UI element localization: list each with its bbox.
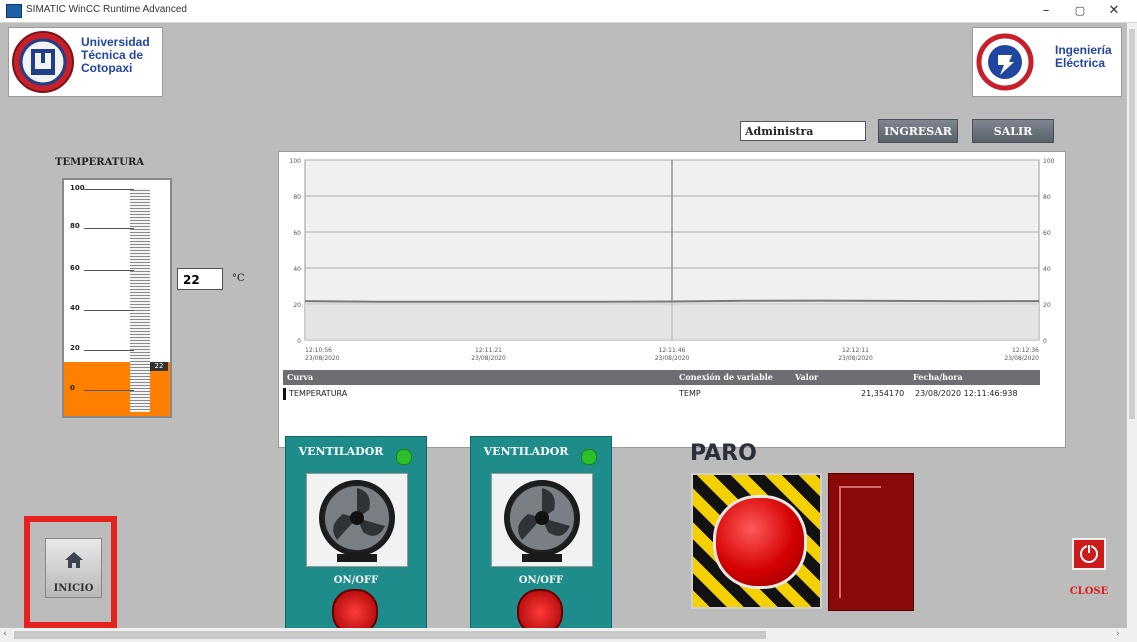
legend-header-variable: Conexión de variable xyxy=(679,372,773,382)
y-tick-label-right: 0 xyxy=(1043,338,1047,345)
fan-title: VENTILADOR xyxy=(298,445,384,458)
y-tick-label-right: 80 xyxy=(1043,194,1051,201)
close-label: CLOSE xyxy=(1069,586,1109,597)
series-line-temperatura xyxy=(304,299,1040,303)
legend-header-fecha: Fecha/hora xyxy=(913,372,963,382)
legend-curva: TEMPERATURA xyxy=(289,389,348,398)
emergency-stop-button[interactable] xyxy=(691,473,822,609)
salir-button[interactable]: SALIR xyxy=(972,119,1054,143)
fan-title: VENTILADOR xyxy=(483,445,569,458)
user-name-field[interactable]: Administra xyxy=(740,121,866,141)
vertical-scrollbar[interactable] xyxy=(1127,23,1137,628)
window-title: SIMATIC WinCC Runtime Advanced xyxy=(26,4,187,15)
x-tick-date: 23/08/2020 xyxy=(838,355,873,362)
ingresar-button[interactable]: INGRESAR xyxy=(878,119,958,143)
ie-emblem-icon xyxy=(976,33,1034,91)
series-area xyxy=(305,300,1039,340)
gauge-tick-label: 100 xyxy=(70,184,85,192)
indicator-sheen xyxy=(839,486,881,598)
y-tick-label-right: 20 xyxy=(1043,302,1051,309)
temperature-bar-gauge: 100 80 60 40 20 0 22 xyxy=(62,178,172,418)
fan-status-led xyxy=(581,449,597,465)
trend-view: 100 100 80 80 60 60 40 40 20 20 0 0 12:10:56 23/08/20… xyxy=(278,151,1066,448)
gauge-scale-hatch xyxy=(130,188,150,412)
utc-logo: Universidad Técnica de Cotopaxi xyxy=(8,27,163,97)
legend-fecha: 23/08/2020 12:11:46:938 xyxy=(915,389,1018,398)
onoff-label: ON/OFF xyxy=(333,575,379,586)
ie-logo-line-2: Eléctrica xyxy=(1055,56,1106,70)
gauge-tick xyxy=(84,390,134,391)
fan-status-led xyxy=(396,449,412,465)
paro-label: PARO xyxy=(690,441,757,466)
y-tick-label-left: 100 xyxy=(290,158,302,165)
horizontal-scroll-thumb[interactable] xyxy=(14,631,766,639)
temperature-label: TEMPERATURA xyxy=(55,157,145,168)
window-titlebar: SIMATIC WinCC Runtime Advanced – ▢ ✕ xyxy=(0,0,1137,23)
gauge-tick-label: 40 xyxy=(70,304,80,312)
close-runtime-button[interactable] xyxy=(1072,538,1106,570)
y-tick-label-right: 60 xyxy=(1043,230,1051,237)
legend-header-valor: Valor xyxy=(795,372,819,382)
home-icon xyxy=(65,552,83,568)
power-icon xyxy=(1080,545,1098,563)
fan-icon xyxy=(491,473,593,567)
trend-legend-row[interactable]: TEMPERATURA TEMP 21,354170 23/08/2020 12… xyxy=(283,386,1040,402)
curve-color-swatch xyxy=(283,388,286,400)
x-tick-time: 12:12:11 xyxy=(842,347,869,354)
gauge-tick xyxy=(84,228,134,229)
y-tick-label-left: 60 xyxy=(293,230,301,237)
x-tick-time: 12:11:21 xyxy=(475,347,502,354)
utc-logo-line-3: Cotopaxi xyxy=(81,61,133,75)
gauge-tick xyxy=(84,310,134,311)
ingenieria-electrica-logo: Ingeniería Eléctrica xyxy=(972,27,1122,97)
trend-legend-header: Curva Conexión de variable Valor Fecha/h… xyxy=(283,370,1040,385)
gauge-tick-label: 20 xyxy=(70,344,80,352)
trend-chart: 100 10080 8060 6040 4020 200 012:10:5623/08/20… xyxy=(290,158,1055,362)
x-tick-time: 12:10:56 xyxy=(305,347,332,354)
onoff-label: ON/OFF xyxy=(518,575,564,586)
fan-icon xyxy=(306,473,408,567)
window-close-button[interactable]: ✕ xyxy=(1100,2,1128,20)
gauge-tick-label: 60 xyxy=(70,264,80,272)
gauge-tick xyxy=(84,350,134,351)
gauge-tick-label: 80 xyxy=(70,222,80,230)
y-tick-label-left: 20 xyxy=(293,302,301,309)
minimize-button[interactable]: – xyxy=(1032,2,1060,20)
x-tick-date: 23/08/2020 xyxy=(655,355,690,362)
fan-panel-1: VENTILADOR ON/OFF xyxy=(285,436,427,635)
x-tick-date: 23/08/2020 xyxy=(305,355,340,362)
y-tick-label-left: 0 xyxy=(297,338,301,345)
vertical-scroll-thumb[interactable] xyxy=(1129,29,1135,419)
temperature-unit: °C xyxy=(232,273,245,284)
paro-indicator xyxy=(828,473,914,611)
legend-variable: TEMP xyxy=(679,389,701,398)
utc-seal-icon xyxy=(12,31,74,93)
y-tick-label-right: 40 xyxy=(1043,266,1051,273)
y-tick-label-left: 40 xyxy=(293,266,301,273)
gauge-level-marker: 22 xyxy=(150,362,168,371)
hmi-screen: Universidad Técnica de Cotopaxi Ingenier… xyxy=(0,23,1127,635)
temperature-value-field: 22 xyxy=(177,268,223,290)
gauge-tick xyxy=(84,270,134,271)
inicio-label: INICIO xyxy=(53,583,94,594)
legend-header-curva: Curva xyxy=(287,372,314,382)
fan-panel-2: VENTILADOR ON/OFF xyxy=(470,436,612,635)
scroll-right-icon[interactable]: › xyxy=(1116,629,1120,639)
y-tick-label-left: 80 xyxy=(293,194,301,201)
horizontal-scrollbar[interactable]: ‹ › xyxy=(0,628,1137,642)
x-tick-time: 12:11:46 xyxy=(659,347,686,354)
maximize-button[interactable]: ▢ xyxy=(1066,2,1094,20)
wincc-app-icon xyxy=(6,4,22,18)
x-tick-date: 23/08/2020 xyxy=(1004,355,1039,362)
x-tick-time: 12:12:36 xyxy=(1012,347,1039,354)
x-tick-date: 23/08/2020 xyxy=(471,355,506,362)
gauge-tick xyxy=(84,189,134,190)
scroll-left-icon[interactable]: ‹ xyxy=(3,629,7,639)
legend-valor: 21,354170 xyxy=(861,389,905,398)
y-tick-label-right: 100 xyxy=(1043,158,1055,165)
emergency-stop-mushroom-icon xyxy=(713,495,807,589)
gauge-tick-label: 0 xyxy=(70,384,75,392)
